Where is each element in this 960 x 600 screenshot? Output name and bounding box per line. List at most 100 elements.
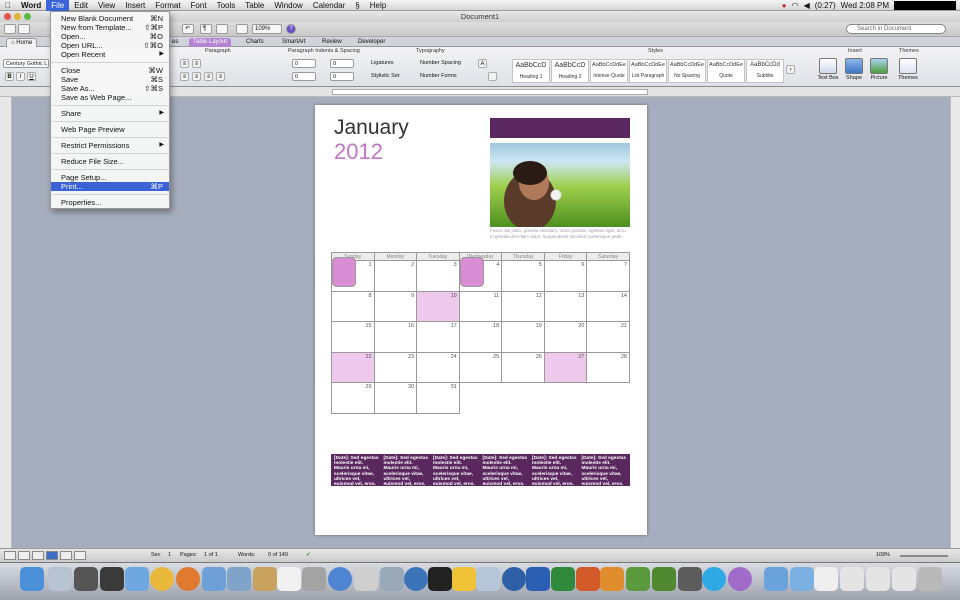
volume-icon[interactable]: ◀ [804,1,810,10]
address-book-icon[interactable] [253,567,277,591]
firefox-icon[interactable] [176,567,200,591]
dashboard-icon[interactable] [74,567,98,591]
numbering-button[interactable]: ≡ [192,59,201,68]
day-cell[interactable]: 20 [543,321,588,353]
font-name-select[interactable]: Century Gothic L [3,59,49,68]
minecraft-2-icon[interactable] [652,567,676,591]
calendar-table[interactable]: Sunday Monday Tuesday Wednesday Thursday… [331,252,630,414]
justify-button[interactable]: ≡ [216,72,225,81]
tab-charts[interactable]: Charts [242,38,268,47]
day-cell[interactable]: 16 [373,321,418,353]
menu-table[interactable]: Table [240,0,269,11]
battery-status[interactable]: (0:27) [815,1,836,10]
event-note[interactable]: [Date]: Sed egestas molestie elit. Mauri… [431,456,481,487]
day-cell[interactable]: 19 [501,321,545,353]
chrome-icon[interactable] [150,567,174,591]
text-box-button[interactable]: Text Box [815,58,841,81]
style-subtitle[interactable]: AaBbCcDd Subtitle [746,59,784,83]
menu-item-new-from-template[interactable]: New from Template... ⇧⌘P [51,23,169,32]
bullets-button[interactable]: ≡ [180,59,189,68]
zoom-window-icon[interactable] [24,13,31,20]
spacing-before-field[interactable]: 0 [330,59,354,68]
day-cell[interactable]: 14 [586,290,630,322]
menu-item-restrict-permissions[interactable]: Restrict Permissions ▶ [51,141,169,150]
shape-button[interactable]: Shape [841,58,867,81]
notebook-view-icon[interactable] [60,551,72,560]
word-icon[interactable] [526,567,550,591]
style-list-paragraph[interactable]: AaBbCcDdEe List Paragraph [629,59,667,83]
menu-item-save-as[interactable]: Save As... ⇧⌘S [51,84,169,93]
spacing-after-field[interactable]: 0 [330,72,354,81]
finder-icon[interactable] [20,567,44,591]
window-thumbnail-icon[interactable] [866,567,890,591]
day-cell[interactable]: 24 [416,351,460,383]
google-earth-icon[interactable] [404,567,428,591]
day-cell[interactable]: 15 [331,321,375,353]
menu-help[interactable]: Help [365,0,391,11]
globe-icon[interactable] [502,567,526,591]
calendar-photo[interactable] [490,143,630,227]
align-left-button[interactable]: ≡ [180,72,189,81]
app-icon-w[interactable] [452,567,476,591]
clock[interactable]: Wed 2:08 PM [841,1,889,10]
day-cell[interactable]: 17 [416,321,460,353]
day-cell[interactable]: 13 [543,290,588,322]
menu-view[interactable]: View [93,0,120,11]
picture-button[interactable]: Picture [866,58,892,81]
calendar-month[interactable]: January [334,116,409,140]
menu-word[interactable]: Word [16,0,46,11]
safari-icon[interactable] [125,567,149,591]
print-layout-view-icon[interactable] [46,551,58,560]
day-cell[interactable]: 25 [458,351,503,383]
day-cell[interactable]: 6 [543,260,588,292]
day-cell[interactable]: 5 [501,260,545,292]
search-input[interactable]: Search in Document [846,24,946,34]
system-preferences-icon[interactable] [100,567,124,591]
vertical-scrollbar[interactable] [950,97,960,548]
event-note[interactable]: [Date]: Sed egestas molestie elit. Mauri… [332,456,382,487]
apple-menu-icon[interactable]:  [0,0,16,11]
italic-button[interactable]: I [16,72,25,81]
zoom-slider[interactable] [900,555,948,557]
window-thumbnail-icon[interactable] [892,567,916,591]
events-bar[interactable]: [Date]: Sed egestas molestie elit. Mauri… [331,454,630,487]
day-cell[interactable]: 8 [331,290,375,322]
menu-item-page-setup[interactable]: Page Setup... [51,173,169,182]
spelling-check-icon[interactable]: ✔ [306,549,311,562]
tab-review[interactable]: Review [318,38,346,47]
day-cell[interactable]: 2 [373,260,418,292]
day-cell-highlighted[interactable]: 27 [543,351,588,383]
day-cell[interactable]: 28 [586,351,630,383]
style-heading-1[interactable]: AaBbCcD Heading 1 [512,59,550,83]
template-gallery-icon[interactable] [18,24,30,34]
time-machine-icon[interactable] [380,567,404,591]
close-window-icon[interactable] [4,13,11,20]
day-cell[interactable]: 3 [416,260,460,292]
menu-item-close[interactable]: Close ⌘W [51,66,169,75]
day-cell[interactable]: 18 [458,321,503,353]
wifi-icon[interactable]: ◠ [792,1,799,10]
number-spacing-button[interactable]: Number Spacing [418,59,476,68]
minimize-window-icon[interactable] [14,13,21,20]
status-icon[interactable]: ● [782,1,787,10]
tab-home[interactable]: ⌂ Home [6,38,38,47]
terminal-icon[interactable] [428,567,452,591]
menu-item-open-recent[interactable]: Open Recent ▶ [51,50,169,59]
menu-item-properties[interactable]: Properties... [51,198,169,207]
day-cell[interactable]: 30 [373,382,418,414]
align-right-button[interactable]: ≡ [204,72,213,81]
vertical-ruler[interactable] [0,97,12,548]
ligatures-button[interactable]: Ligatures [369,59,411,68]
menu-item-open-url[interactable]: Open URL... ⇧⌘O [51,41,169,50]
indent-left-field[interactable]: 0 [292,59,316,68]
steam-icon[interactable] [678,567,702,591]
outline-view-icon[interactable] [18,551,30,560]
media-browser-icon[interactable] [236,24,248,34]
trash-icon[interactable] [918,567,942,591]
menu-item-print[interactable]: Print... ⌘P [51,182,169,191]
facetime-icon[interactable] [227,567,251,591]
menu-edit[interactable]: Edit [69,0,93,11]
day-cell-highlighted[interactable]: 22 [331,351,375,383]
app-icon-purple[interactable] [728,567,752,591]
preview-icon[interactable] [354,567,378,591]
